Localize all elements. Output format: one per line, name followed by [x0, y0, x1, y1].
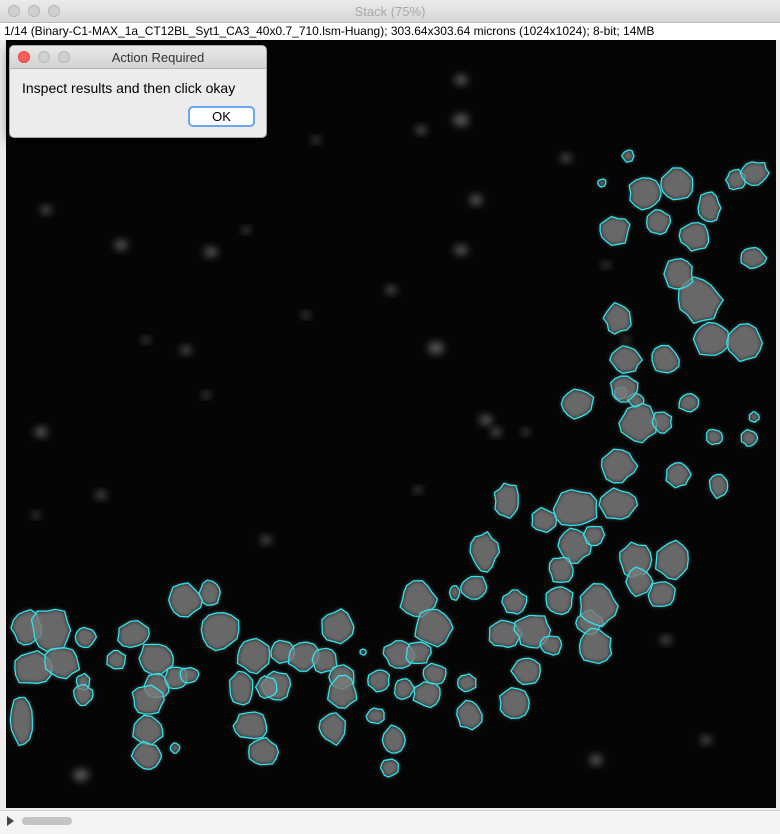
play-arrow-icon[interactable] [7, 816, 14, 826]
cell-body [609, 345, 643, 374]
background-spot [454, 245, 468, 255]
background-spot [260, 536, 272, 544]
background-spot [453, 114, 469, 126]
roi-overlay [9, 75, 770, 781]
background-spot [589, 755, 603, 765]
background-spot [204, 247, 218, 257]
dialog-title: Action Required [111, 50, 205, 65]
background-spot [95, 491, 107, 499]
background-spot [40, 206, 52, 214]
background-spot [312, 137, 320, 143]
dialog-message: Inspect results and then click okay [22, 80, 236, 96]
background-spot [415, 126, 427, 134]
background-spot [34, 427, 48, 437]
background-spot [32, 512, 40, 518]
stack-slice-scrollbar-area [0, 810, 780, 834]
cell-body [322, 608, 354, 644]
cell-body [415, 609, 453, 647]
dialog-titlebar[interactable]: Action Required [10, 46, 266, 69]
image-canvas[interactable] [6, 40, 776, 808]
slice-scrollbar[interactable] [18, 815, 773, 827]
imagej-stack-window: Stack (75%) 1/14 (Binary-C1-MAX_1a_CT12B… [0, 0, 780, 834]
background-spot [454, 75, 468, 85]
scrollbar-thumb[interactable] [22, 817, 72, 825]
window-titlebar[interactable]: Stack (75%) [0, 0, 780, 23]
image-info-bar: 1/14 (Binary-C1-MAX_1a_CT12BL_Syt1_CA3_4… [0, 23, 780, 40]
ok-button[interactable]: OK [188, 106, 255, 127]
window-title: Stack (75%) [354, 4, 426, 19]
background-spot [242, 227, 250, 233]
background-spot [114, 240, 128, 250]
background-spot [622, 337, 630, 343]
background-spot [522, 429, 530, 435]
background-spot [385, 286, 397, 294]
background-spot [469, 195, 483, 205]
action-required-dialog: Action Required Inspect results and then… [9, 45, 267, 138]
background-spot [479, 415, 493, 425]
background-spot [490, 428, 502, 436]
background-spot [560, 154, 572, 162]
background-spot [414, 487, 422, 493]
background-spot [142, 337, 150, 343]
background-spot [180, 346, 192, 354]
background-spot [700, 736, 712, 744]
background-spot [302, 312, 310, 318]
background-spot [602, 262, 610, 268]
background-spot [73, 769, 89, 781]
background-spot [428, 342, 444, 354]
background-spot [660, 636, 672, 644]
background-spot [202, 392, 210, 398]
